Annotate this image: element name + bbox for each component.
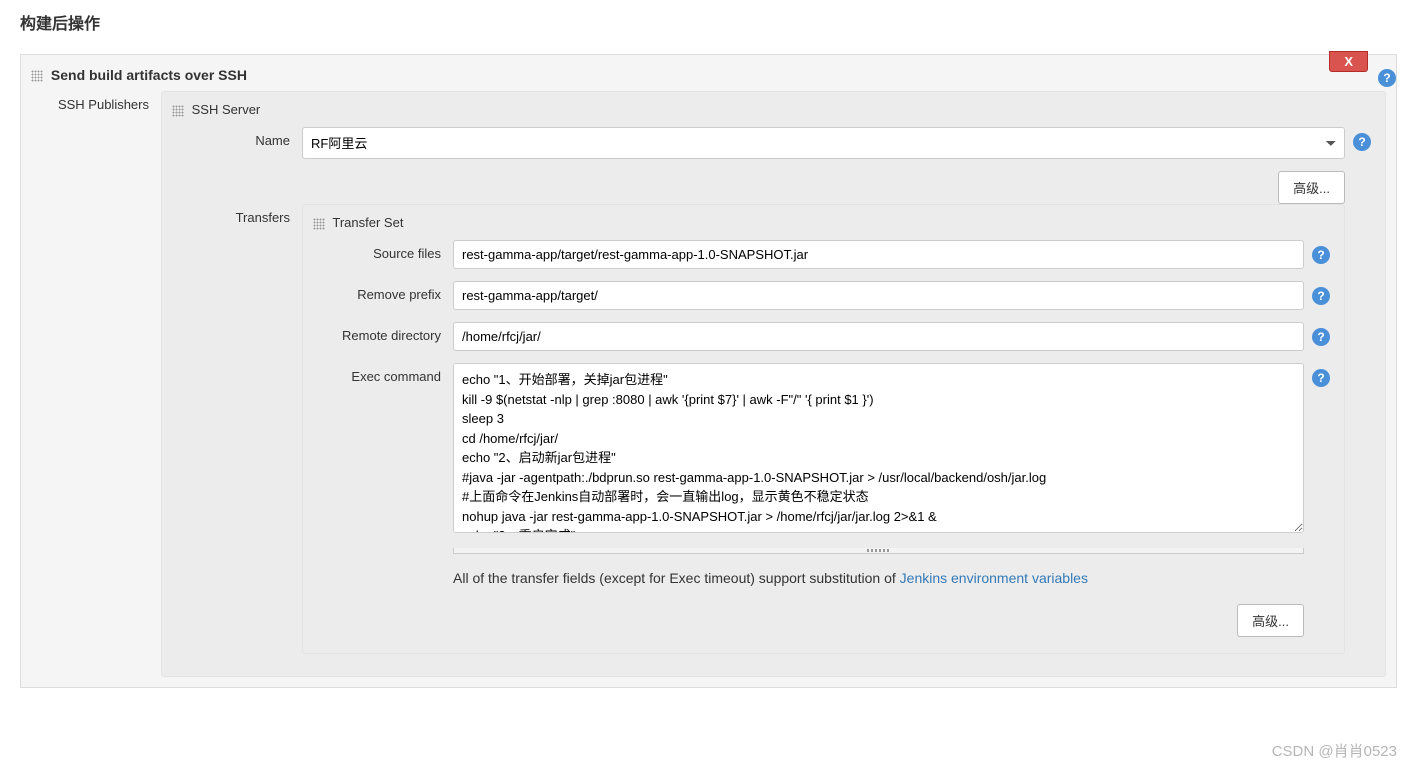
advanced-button[interactable]: 高级...	[1278, 171, 1345, 204]
server-name-select[interactable]: RF阿里云	[302, 127, 1345, 159]
transfers-label: Transfers	[172, 204, 302, 225]
help-icon[interactable]: ?	[1312, 287, 1330, 305]
transfer-set-block: Transfer Set Source files ? Remove prefi…	[302, 204, 1345, 654]
drag-handle-icon[interactable]	[172, 105, 184, 117]
delete-button[interactable]: X	[1329, 51, 1368, 72]
remote-directory-label: Remote directory	[313, 322, 453, 343]
name-label: Name	[172, 127, 302, 148]
remote-directory-input[interactable]	[453, 322, 1304, 351]
section-title: Send build artifacts over SSH	[51, 67, 247, 83]
watermark: CSDN @肖肖0523	[1272, 740, 1397, 761]
ssh-server-header: SSH Server	[172, 98, 1375, 127]
remove-prefix-input[interactable]	[453, 281, 1304, 310]
page-title: 构建后操作	[0, 0, 1417, 44]
help-icon[interactable]: ?	[1353, 133, 1371, 151]
ssh-publishers-label: SSH Publishers	[31, 91, 161, 112]
help-icon[interactable]: ?	[1312, 369, 1330, 387]
exec-command-textarea[interactable]	[453, 363, 1304, 533]
drag-handle-icon[interactable]	[31, 70, 43, 82]
transfer-set-header: Transfer Set	[313, 211, 1334, 240]
drag-handle-icon[interactable]	[313, 218, 325, 230]
help-icon[interactable]: ?	[1312, 328, 1330, 346]
remove-prefix-label: Remove prefix	[313, 281, 453, 302]
advanced-button[interactable]: 高级...	[1237, 604, 1304, 637]
exec-command-label: Exec command	[313, 363, 453, 384]
ssh-server-block: SSH Server Name RF阿里云 ? 高级... Transfers	[161, 91, 1386, 677]
help-icon[interactable]: ?	[1378, 69, 1396, 87]
env-vars-link[interactable]: Jenkins environment variables	[900, 570, 1088, 586]
section-header: Send build artifacts over SSH	[31, 63, 1386, 91]
post-build-section: X ? Send build artifacts over SSH SSH Pu…	[20, 54, 1397, 688]
source-files-label: Source files	[313, 240, 453, 261]
help-icon[interactable]: ?	[1312, 246, 1330, 264]
source-files-input[interactable]	[453, 240, 1304, 269]
info-line: All of the transfer fields (except for E…	[453, 554, 1334, 596]
